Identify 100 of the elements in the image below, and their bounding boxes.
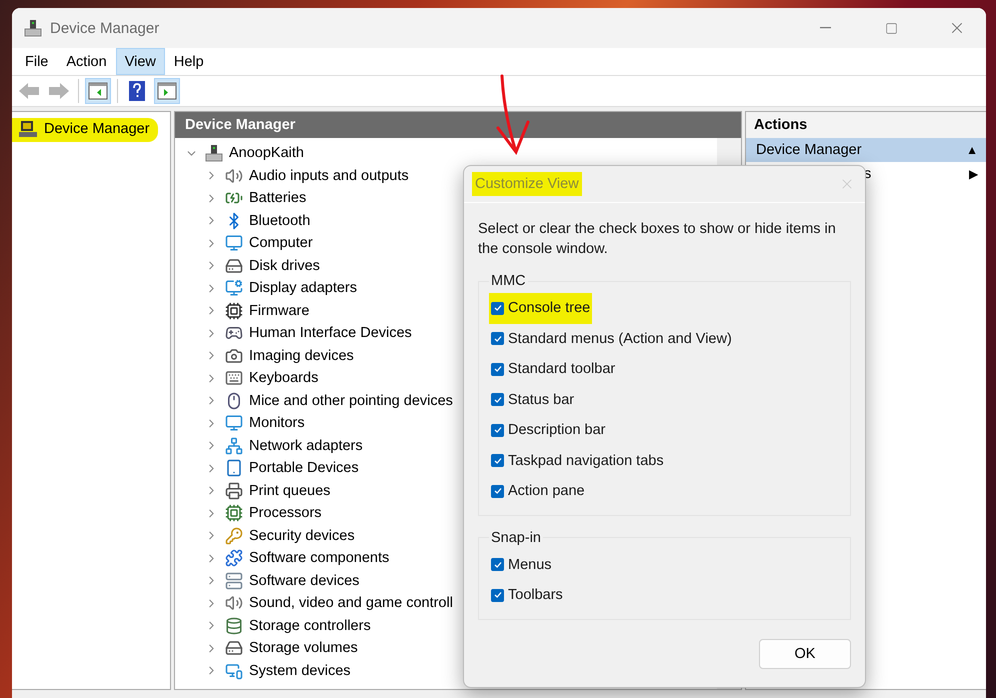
checkbox-option[interactable]: Standard menus (Action and View): [489, 324, 734, 354]
tower-icon: [225, 572, 243, 590]
tablet-icon: [225, 459, 243, 478]
checkmark-icon: [494, 560, 502, 569]
checkbox-option[interactable]: Description bar: [489, 415, 608, 446]
tree-item[interactable]: Firmware: [249, 302, 310, 319]
tree-item[interactable]: Software devices: [249, 572, 360, 589]
action-label: Device Manager: [756, 142, 862, 158]
key-icon: [225, 526, 243, 545]
tree-item[interactable]: Network adapters: [249, 438, 363, 454]
checkbox[interactable]: [491, 454, 504, 468]
toolbar-button[interactable]: [154, 78, 180, 104]
menu-item[interactable]: View: [116, 48, 165, 75]
monitor-icon: [225, 234, 243, 252]
maximize-icon: [884, 22, 898, 34]
mouse-icon: [225, 392, 243, 410]
printer-icon: [225, 482, 243, 500]
checkbox-option[interactable]: Action pane: [489, 476, 587, 506]
speaker-icon: [225, 166, 243, 185]
checkmark-icon: [494, 396, 502, 404]
computer-icon: [18, 120, 38, 138]
computer-icon: [205, 144, 223, 162]
menu-item[interactable]: File: [16, 48, 58, 75]
checkbox[interactable]: [491, 484, 504, 498]
checkbox-option[interactable]: Console tree: [489, 293, 592, 324]
tree-item[interactable]: Storage volumes: [249, 640, 358, 656]
tree-item[interactable]: Monitors: [249, 415, 305, 432]
toolbar-button[interactable]: [85, 78, 111, 104]
show-hide-tree-icon: [88, 82, 108, 100]
actions-pane-entry[interactable]: Device Manager ▲: [746, 138, 986, 162]
drive-icon: [225, 256, 243, 275]
show-hide-action-pane-icon: [157, 82, 177, 100]
tree-item[interactable]: Display adapters: [249, 280, 357, 296]
tree-item[interactable]: AnoopKaith: [229, 145, 304, 162]
arrow-icon: ▶: [969, 167, 978, 181]
checkbox[interactable]: [491, 332, 504, 346]
drive-icon: [225, 639, 243, 658]
checkmark-icon: [494, 304, 502, 312]
checkbox[interactable]: [491, 302, 504, 315]
arrow-icon: ▲: [966, 143, 978, 157]
processor-icon: [225, 504, 243, 522]
back-arrow-icon: [18, 82, 40, 100]
network-icon: [225, 436, 243, 455]
tree-item[interactable]: Sound, video and game controll: [249, 595, 453, 612]
checkmark-icon: [494, 456, 502, 465]
tree-item[interactable]: Storage controllers: [249, 618, 371, 634]
forward-arrow-icon: [48, 82, 70, 100]
checkmark-icon: [494, 487, 502, 496]
monitor-icon: [225, 414, 243, 432]
checkbox-option[interactable]: Standard toolbar: [489, 354, 618, 384]
dialog-title: Customize View: [472, 172, 582, 196]
tree-item[interactable]: Bluetooth: [249, 212, 310, 229]
tree-item[interactable]: Disk drives: [249, 258, 320, 274]
group-title: Snap-in: [490, 530, 542, 546]
tree-item[interactable]: Software components: [249, 550, 390, 566]
tree-item[interactable]: Mice and other pointing devices: [249, 392, 453, 409]
tree-item[interactable]: Batteries: [249, 190, 306, 206]
checkbox[interactable]: [491, 362, 504, 376]
menu-item[interactable]: Help: [164, 48, 213, 75]
pane-header: Device Manager: [175, 112, 741, 138]
actions-header: Actions: [746, 112, 986, 138]
checkmark-icon: [494, 426, 502, 434]
speaker-icon: [225, 594, 243, 612]
checkbox[interactable]: [491, 558, 504, 572]
group-title: MMC: [490, 273, 527, 289]
chip-icon: [225, 302, 243, 320]
help-icon: [129, 81, 145, 101]
tree-item[interactable]: System devices: [249, 662, 351, 679]
checkbox[interactable]: [491, 588, 504, 602]
minimize-icon: [820, 27, 830, 29]
tree-item[interactable]: Processors: [249, 505, 322, 522]
tree-item[interactable]: Security devices: [249, 528, 355, 544]
tree-item[interactable]: Keyboards: [249, 370, 318, 386]
checkmark-icon: [494, 365, 502, 374]
system-device-icon: [225, 662, 243, 680]
checkbox-option[interactable]: Status bar: [489, 384, 576, 415]
checkbox[interactable]: [491, 424, 504, 437]
tree-item[interactable]: Print queues: [249, 482, 330, 499]
menu-item[interactable]: Action: [57, 48, 116, 75]
keyboard-icon: [225, 369, 243, 388]
camera-icon: [225, 346, 243, 365]
puzzle-icon: [225, 549, 243, 568]
tree-item[interactable]: Portable Devices: [249, 460, 359, 476]
tree-item[interactable]: Imaging devices: [249, 348, 354, 364]
tree-item[interactable]: Audio inputs and outputs: [249, 168, 409, 184]
tree-item[interactable]: Human Interface Devices: [249, 325, 412, 342]
checkmark-icon: [494, 591, 502, 600]
checkbox-option[interactable]: Toolbars: [489, 580, 565, 610]
dialog-description: Select or clear the check boxes to show or hide items in the console window.: [478, 220, 837, 259]
ok-button[interactable]: OK: [759, 639, 851, 669]
console-tree-item[interactable]: Device Manager: [12, 118, 158, 142]
storage-icon: [225, 616, 243, 635]
checkbox-option[interactable]: Taskpad navigation tabs: [489, 446, 666, 476]
device-manager-icon: [24, 19, 42, 37]
window-title: Device Manager: [50, 20, 160, 36]
checkbox[interactable]: [491, 393, 504, 406]
display-adapter-icon: [225, 279, 243, 298]
checkbox-option[interactable]: Menus: [489, 550, 554, 580]
tree-item[interactable]: Computer: [249, 235, 313, 252]
checkmark-icon: [494, 334, 502, 343]
